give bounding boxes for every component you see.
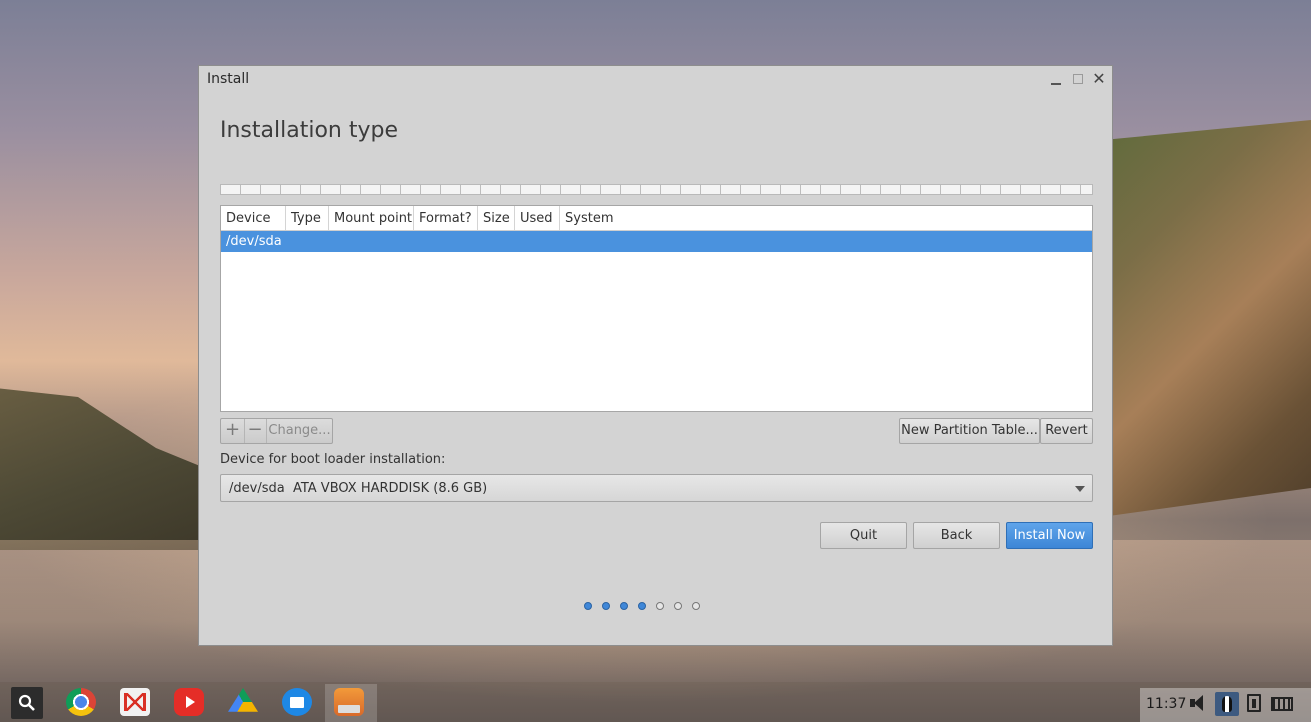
bootloader-device-select[interactable]: /dev/sda ATA VBOX HARDDISK (8.6 GB) <box>220 474 1093 502</box>
step-dot <box>656 602 664 610</box>
partition-edit-buttons: + − Change... <box>220 418 333 444</box>
maximize-icon[interactable] <box>1071 72 1085 86</box>
column-header-mount-point[interactable]: Mount point <box>329 206 414 230</box>
wallpaper-cliff-right <box>1080 120 1311 520</box>
user-avatar-icon[interactable] <box>1215 692 1239 716</box>
clock[interactable]: 11:37 <box>1146 696 1186 712</box>
bootloader-label: Device for boot loader installation: <box>220 452 446 467</box>
window-title: Install <box>207 71 250 87</box>
window-titlebar[interactable]: Install ✕ <box>199 66 1112 94</box>
installer-icon[interactable] <box>334 688 364 716</box>
column-header-size[interactable]: Size <box>478 206 515 230</box>
volume-icon[interactable] <box>1190 694 1208 712</box>
bootloader-selected-value: /dev/sda ATA VBOX HARDDISK (8.6 GB) <box>229 481 488 496</box>
keyboard-icon[interactable] <box>1271 697 1293 711</box>
launcher-search-icon[interactable] <box>11 687 43 719</box>
revert-button[interactable]: Revert <box>1040 418 1093 444</box>
youtube-icon[interactable] <box>174 688 204 716</box>
step-dot <box>674 602 682 610</box>
back-button[interactable]: Back <box>913 522 1000 549</box>
table-header: Device Type Mount point Format? Size Use… <box>221 206 1092 231</box>
new-partition-table-button[interactable]: New Partition Table... <box>899 418 1040 444</box>
remove-partition-button[interactable]: − <box>244 419 267 443</box>
column-header-format[interactable]: Format? <box>414 206 478 230</box>
device-cell: /dev/sda <box>226 234 282 249</box>
step-dot <box>584 602 592 610</box>
close-icon[interactable]: ✕ <box>1092 71 1106 87</box>
install-now-button[interactable]: Install Now <box>1006 522 1093 549</box>
column-header-device[interactable]: Device <box>221 206 286 230</box>
step-dot <box>602 602 610 610</box>
partition-bar <box>220 184 1093 195</box>
page-title: Installation type <box>220 118 398 143</box>
minimize-icon[interactable] <box>1049 72 1063 86</box>
change-partition-button[interactable]: Change... <box>267 419 332 443</box>
files-icon[interactable] <box>282 688 312 716</box>
add-partition-button[interactable]: + <box>221 419 245 443</box>
gmail-icon[interactable] <box>120 688 150 716</box>
column-header-system[interactable]: System <box>560 206 630 230</box>
quit-button[interactable]: Quit <box>820 522 907 549</box>
chrome-icon[interactable] <box>66 688 96 716</box>
battery-icon[interactable] <box>1247 694 1261 712</box>
step-dot <box>638 602 646 610</box>
step-dot <box>620 602 628 610</box>
step-progress <box>584 602 744 614</box>
chevron-down-icon <box>1075 486 1085 492</box>
partition-table[interactable]: Device Type Mount point Format? Size Use… <box>220 205 1093 412</box>
column-header-type[interactable]: Type <box>286 206 329 230</box>
table-row[interactable]: /dev/sda <box>221 231 1092 252</box>
step-dot <box>692 602 700 610</box>
column-header-used[interactable]: Used <box>515 206 560 230</box>
installer-window: Install ✕ Installation type Device Type … <box>198 65 1113 646</box>
